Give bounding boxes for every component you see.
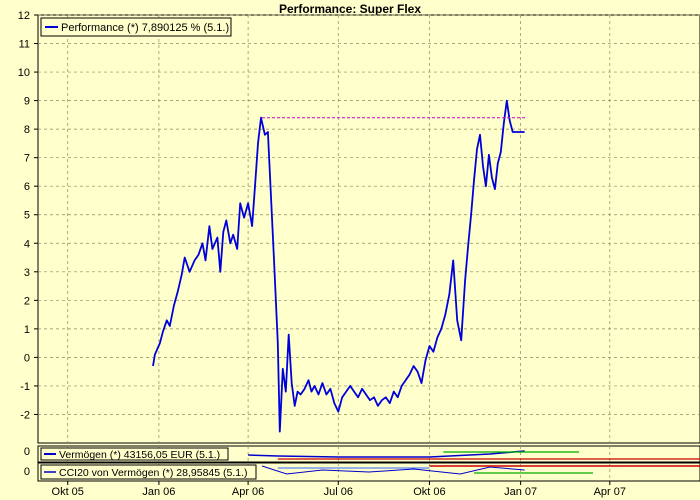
cci-y-tick-label: 0 <box>24 466 30 478</box>
x-tick-label: Jul 06 <box>324 486 353 498</box>
y-tick-label: 11 <box>19 39 30 51</box>
y-tick-label: 2 <box>24 295 30 307</box>
x-tick-label: Jan 07 <box>504 486 537 498</box>
y-tick-label: 12 <box>18 10 30 22</box>
y-tick-label: 8 <box>24 124 30 136</box>
y-tick-label: -1 <box>20 381 30 393</box>
y-tick-label: 7 <box>24 153 30 165</box>
x-tick-label: Okt 06 <box>413 486 445 498</box>
legend-label-vermoegen: Vermögen (*) 43156,05 EUR (5.1.) <box>59 449 220 461</box>
x-tick-label: Jan 06 <box>142 486 175 498</box>
y-tick-label: 4 <box>24 238 30 250</box>
legend-label-performance: Performance (*) 7,890125 % (5.1.) <box>61 22 229 34</box>
y-tick-label: 6 <box>24 181 30 193</box>
y-tick-label: 10 <box>18 67 30 79</box>
y-tick-label: 1 <box>24 324 30 336</box>
chart-canvas: Performance: Super Flex -2-1012345678910… <box>0 0 700 500</box>
x-tick-label: Okt 05 <box>52 486 84 498</box>
y-tick-label: 5 <box>24 210 30 222</box>
vermoegen-y-tick-label: 0 <box>24 446 30 458</box>
x-tick-label: Apr 07 <box>594 486 626 498</box>
chart-title: Performance: Super Flex <box>279 2 421 16</box>
y-tick-label: -2 <box>20 409 30 421</box>
y-tick-label: 0 <box>24 352 30 364</box>
y-tick-label: 9 <box>24 96 30 108</box>
y-tick-label: 3 <box>24 267 30 279</box>
legend-label-cci: CCI20 von Vermögen (*) 28,95845 (5.1.) <box>59 467 248 479</box>
x-tick-label: Apr 06 <box>232 486 264 498</box>
chart-background <box>0 0 700 500</box>
performance-legend: Performance (*) 7,890125 % (5.1.) <box>40 17 232 37</box>
